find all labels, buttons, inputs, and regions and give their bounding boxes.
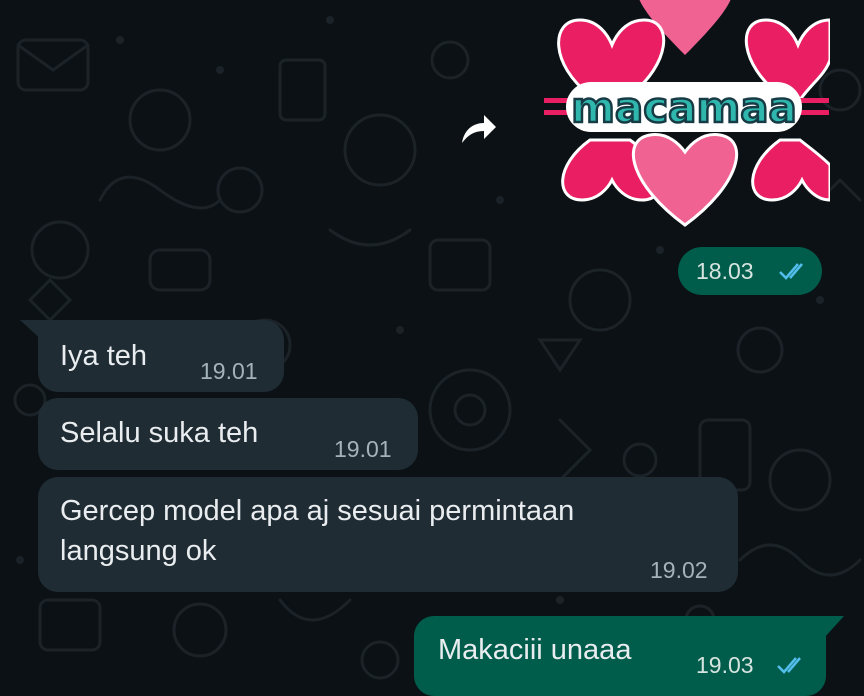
message-text: Iya teh <box>60 340 148 372</box>
message-time: 19.02 <box>650 557 708 583</box>
message-text: Makaciii unaaa <box>438 634 632 666</box>
message-time: 18.03 <box>696 258 754 284</box>
message-time: 19.01 <box>200 358 258 384</box>
message-text: Gercep model apa aj sesuai permintaan la… <box>60 495 575 567</box>
message-time: 19.01 <box>334 436 392 462</box>
message-bubble-incoming[interactable]: Iya teh 19.01 <box>38 320 284 392</box>
read-ticks-icon <box>779 263 803 280</box>
message-time: 19.03 <box>696 652 754 678</box>
message-bubble-incoming[interactable]: Gercep model apa aj sesuai permintaan la… <box>38 477 738 592</box>
message-bubble-incoming[interactable]: Selalu suka teh 19.01 <box>38 398 418 470</box>
read-ticks-icon <box>777 657 801 674</box>
message-bubble-outgoing[interactable]: Makaciii unaaa 19.03 <box>414 616 826 696</box>
message-text: Selalu suka teh <box>60 417 259 449</box>
forward-arrow-icon[interactable] <box>452 105 502 155</box>
sticker-macamaa[interactable]: macamaa <box>540 0 830 230</box>
sticker-text: macamaa <box>571 83 797 132</box>
bubble-tail <box>824 616 844 638</box>
message-bubble-sticker-time: 18.03 <box>678 247 822 295</box>
